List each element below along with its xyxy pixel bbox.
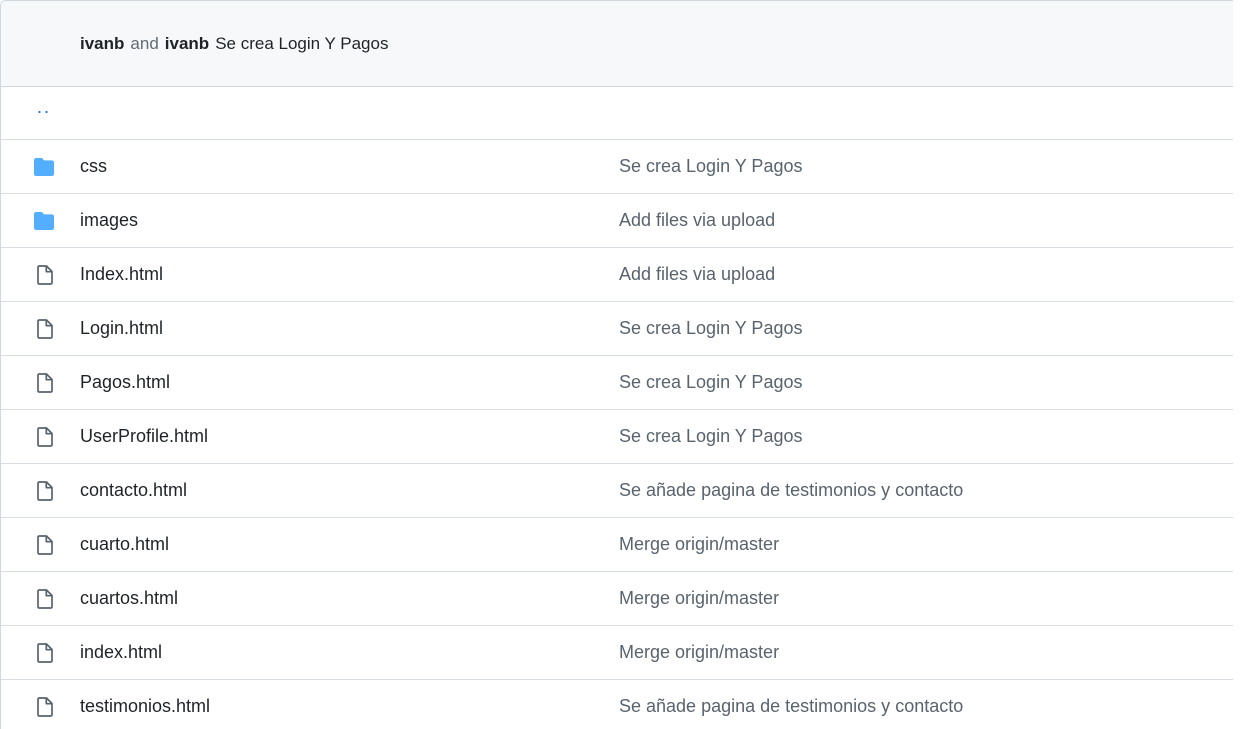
file-icon (1, 480, 80, 501)
file-icon (1, 642, 80, 663)
file-commit-message-link[interactable]: Se crea Login Y Pagos (619, 426, 802, 447)
file-icon (1, 318, 80, 339)
file-commit-message-link[interactable]: Merge origin/master (619, 642, 779, 663)
file-row[interactable]: Pagos.html Se crea Login Y Pagos (1, 356, 1233, 410)
file-name-link[interactable]: images (80, 210, 619, 231)
file-icon (1, 372, 80, 393)
file-name-link[interactable]: testimonios.html (80, 696, 619, 717)
file-icon (1, 696, 80, 717)
file-name-link[interactable]: UserProfile.html (80, 426, 619, 447)
file-name-link[interactable]: cuartos.html (80, 588, 619, 609)
file-commit-message-link[interactable]: Se crea Login Y Pagos (619, 318, 802, 339)
file-commit-message-link[interactable]: Merge origin/master (619, 534, 779, 555)
file-commit-message-link[interactable]: Add files via upload (619, 210, 775, 231)
file-commit-message-link[interactable]: Add files via upload (619, 264, 775, 285)
file-commit-message-link[interactable]: Se crea Login Y Pagos (619, 156, 802, 177)
file-icon (1, 264, 80, 285)
commit-author-conjunction: and (130, 33, 159, 53)
file-row[interactable]: UserProfile.html Se crea Login Y Pagos (1, 410, 1233, 464)
folder-icon (1, 211, 80, 230)
file-commit-message-link[interactable]: Se crea Login Y Pagos (619, 372, 802, 393)
file-list: css Se crea Login Y Pagos images Add fil… (1, 140, 1233, 729)
commit-coauthor-link[interactable]: ivanb (165, 34, 209, 54)
file-name-link[interactable]: contacto.html (80, 480, 619, 501)
file-row[interactable]: contacto.html Se añade pagina de testimo… (1, 464, 1233, 518)
folder-icon (1, 157, 80, 176)
file-name-link[interactable]: Login.html (80, 318, 619, 339)
file-icon (1, 426, 80, 447)
commit-author-link[interactable]: ivanb (80, 34, 124, 54)
file-commit-message-link[interactable]: Se añade pagina de testimonios y contact… (619, 480, 963, 501)
file-row[interactable]: css Se crea Login Y Pagos (1, 140, 1233, 194)
file-name-link[interactable]: Index.html (80, 264, 619, 285)
file-row[interactable]: images Add files via upload (1, 194, 1233, 248)
file-row[interactable]: Index.html Add files via upload (1, 248, 1233, 302)
file-row[interactable]: testimonios.html Se añade pagina de test… (1, 680, 1233, 729)
file-icon (1, 588, 80, 609)
latest-commit-header: ivanb and ivanb Se crea Login Y Pagos (1, 1, 1233, 87)
file-row[interactable]: Login.html Se crea Login Y Pagos (1, 302, 1233, 356)
file-commit-message-link[interactable]: Merge origin/master (619, 588, 779, 609)
file-table: ivanb and ivanb Se crea Login Y Pagos ..… (0, 0, 1233, 729)
file-name-link[interactable]: Pagos.html (80, 372, 619, 393)
file-icon (1, 534, 80, 555)
file-commit-message-link[interactable]: Se añade pagina de testimonios y contact… (619, 696, 963, 717)
commit-message-link[interactable]: Se crea Login Y Pagos (215, 34, 388, 54)
parent-directory-row[interactable]: .. (1, 87, 1233, 140)
file-row[interactable]: cuarto.html Merge origin/master (1, 518, 1233, 572)
parent-directory-link[interactable]: .. (1, 97, 51, 118)
file-row[interactable]: cuartos.html Merge origin/master (1, 572, 1233, 626)
file-name-link[interactable]: index.html (80, 642, 619, 663)
file-name-link[interactable]: css (80, 156, 619, 177)
file-name-link[interactable]: cuarto.html (80, 534, 619, 555)
file-row[interactable]: index.html Merge origin/master (1, 626, 1233, 680)
